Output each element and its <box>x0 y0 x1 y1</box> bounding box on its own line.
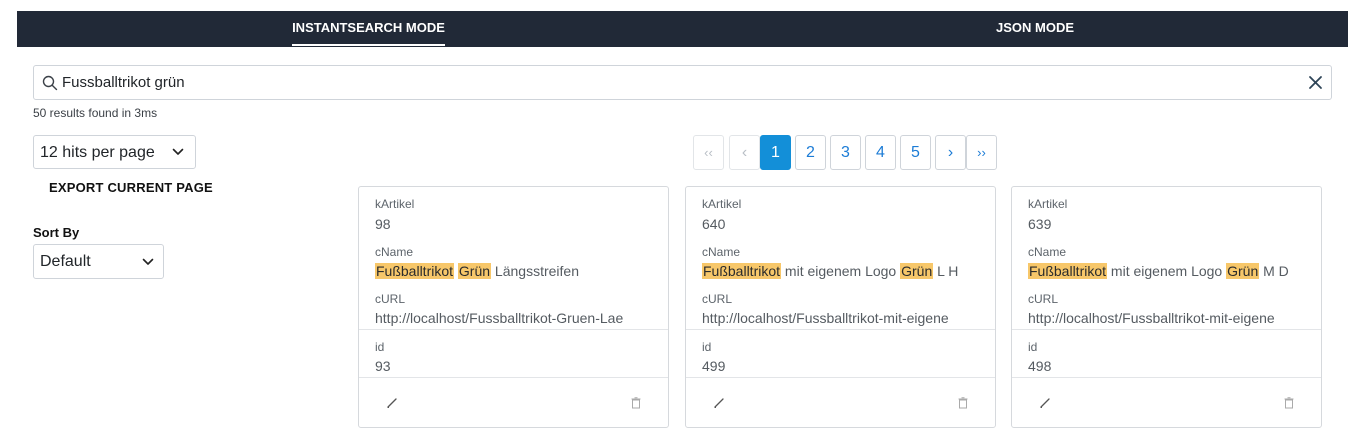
trash-icon[interactable] <box>1284 397 1294 409</box>
search-highlight: Fußballtrikot <box>702 263 782 279</box>
previous-page-button[interactable]: ‹ <box>729 135 760 170</box>
pencil-icon[interactable] <box>386 397 398 409</box>
field-label-curl: cURL <box>702 292 733 306</box>
trash-icon[interactable] <box>631 397 641 409</box>
tab-instantsearch-mode[interactable]: INSTANTSEARCH MODE <box>292 11 445 47</box>
divider <box>1012 377 1321 378</box>
field-label-kartikel: kArtikel <box>1028 197 1068 211</box>
field-value-curl: http://localhost/Fussballtrikot-Gruen-La… <box>375 310 624 326</box>
field-value-curl: http://localhost/Fussballtrikot-mit-eige… <box>702 310 949 326</box>
divider <box>359 329 668 330</box>
mode-tab-bar: INSTANTSEARCH MODE JSON MODE <box>17 11 1348 47</box>
field-label-curl: cURL <box>1028 292 1059 306</box>
first-page-button[interactable]: ‹‹ <box>693 135 724 170</box>
field-value-cname: Fußballtrikot Grün Längsstreifen <box>375 263 579 279</box>
field-value-id: 498 <box>1028 358 1052 374</box>
search-highlight: Grün <box>900 263 934 279</box>
search-stats: 50 results found in 3ms <box>33 106 158 120</box>
field-label-id: id <box>1028 340 1038 354</box>
tab-label: INSTANTSEARCH MODE <box>292 20 445 35</box>
field-label-id: id <box>702 340 712 354</box>
field-label-curl: cURL <box>375 292 406 306</box>
field-value-id: 499 <box>702 358 726 374</box>
close-icon[interactable] <box>1307 74 1324 91</box>
search-highlight: Grün <box>457 263 492 279</box>
field-label-id: id <box>375 340 385 354</box>
field-value-curl: http://localhost/Fussballtrikot-mit-eige… <box>1028 310 1275 326</box>
pencil-icon[interactable] <box>713 397 725 409</box>
chevron-down-icon <box>172 148 184 155</box>
field-label-kartikel: kArtikel <box>702 197 742 211</box>
search-highlight: Fußballtrikot <box>1028 263 1108 279</box>
sort-by-select[interactable]: Default <box>33 244 164 279</box>
field-value-kartikel: 640 <box>702 216 726 232</box>
field-label-cname: cName <box>375 245 414 259</box>
hits-per-page-value: 12 hits per page <box>40 144 155 161</box>
active-tab-indicator <box>292 44 445 46</box>
field-value-cname: Fußballtrikot mit eigenem Logo Grün L H <box>702 263 959 279</box>
chevron-down-icon <box>142 258 154 265</box>
hits-per-page-select[interactable]: 12 hits per page <box>33 135 196 169</box>
search-highlight: Grün <box>1226 263 1260 279</box>
tab-label: JSON MODE <box>995 20 1074 35</box>
hit-card: kArtikel 98 cName Fußballtrikot Grün Län… <box>358 186 669 428</box>
search-box <box>33 65 1332 100</box>
hit-card: kArtikel 639 cName Fußballtrikot mit eig… <box>1011 186 1322 428</box>
field-label-cname: cName <box>702 245 741 259</box>
field-value-id: 93 <box>375 358 391 374</box>
search-icon <box>42 75 58 91</box>
page-button-2[interactable]: 2 <box>795 135 826 170</box>
page-button-4[interactable]: 4 <box>865 135 896 170</box>
sort-by-label: Sort By <box>33 225 80 240</box>
divider <box>1012 329 1321 330</box>
trash-icon[interactable] <box>958 397 968 409</box>
field-value-cname: Fußballtrikot mit eigenem Logo Grün M D <box>1028 263 1289 279</box>
search-highlight: Fußballtrikot <box>375 263 455 279</box>
divider <box>686 377 995 378</box>
search-input[interactable] <box>62 70 1292 95</box>
divider <box>359 377 668 378</box>
last-page-button[interactable]: ›› <box>966 135 997 170</box>
field-value-kartikel: 98 <box>375 216 391 232</box>
page-button-1[interactable]: 1 <box>760 135 791 170</box>
field-label-kartikel: kArtikel <box>375 197 415 211</box>
page-button-3[interactable]: 3 <box>830 135 861 170</box>
tab-json-mode[interactable]: JSON MODE <box>985 11 1085 47</box>
pencil-icon[interactable] <box>1039 397 1051 409</box>
export-current-page-button[interactable]: EXPORT CURRENT PAGE <box>49 180 213 195</box>
page-button-5[interactable]: 5 <box>900 135 931 170</box>
next-page-button[interactable]: › <box>935 135 966 170</box>
field-value-kartikel: 639 <box>1028 216 1052 232</box>
hit-card: kArtikel 640 cName Fußballtrikot mit eig… <box>685 186 996 428</box>
divider <box>686 329 995 330</box>
sort-by-value: Default <box>40 253 91 270</box>
field-label-cname: cName <box>1028 245 1067 259</box>
